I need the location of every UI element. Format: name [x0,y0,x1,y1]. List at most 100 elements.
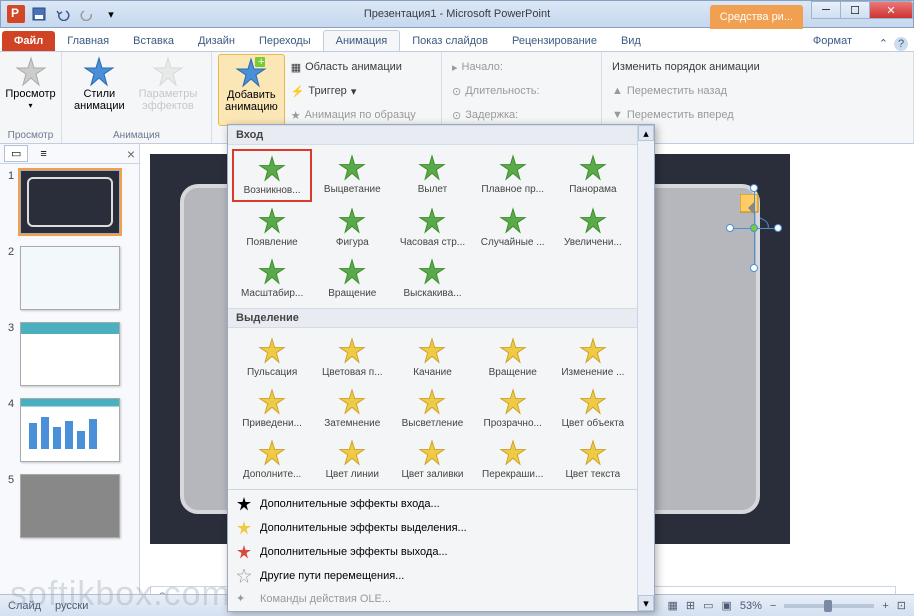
slide-thumbnail-1[interactable]: 1 [0,164,139,240]
preview-button[interactable]: Просмотр ▾ [6,54,55,114]
start-field[interactable]: ▸ Начало: [448,56,595,78]
view-reading-icon[interactable]: ▭ [703,599,713,612]
emphasis-effect-item[interactable]: Приведени... [232,383,312,434]
tab-view[interactable]: Вид [609,31,653,51]
animation-painter-button[interactable]: ★Анимация по образцу [287,104,420,126]
entrance-effect-item[interactable]: Масштабир... [232,253,312,304]
star-icon [418,337,446,365]
entrance-effect-item[interactable]: Часовая стр... [392,202,472,253]
entrance-effect-item[interactable]: Вращение [312,253,392,304]
scroll-down-icon[interactable]: ▾ [638,595,654,611]
tab-transitions[interactable]: Переходы [247,31,323,51]
entrance-effect-item[interactable]: Возникнов... [232,149,312,202]
emphasis-effect-item[interactable]: Вращение [473,332,553,383]
slide-thumbnails-panel: ▭ ≡ × 1 2 3 4 5 [0,144,140,594]
gallery-scrollbar[interactable]: ▴ ▾ [637,125,654,611]
tab-slideshow[interactable]: Показ слайдов [400,31,500,51]
star-icon [418,439,446,467]
emphasis-effect-item[interactable]: Перекраши... [473,434,553,485]
undo-button[interactable] [53,4,73,24]
entrance-effect-item[interactable]: Увеличени... [553,202,633,253]
more-entrance-effects[interactable]: Дополнительные эффекты входа... [228,492,637,516]
add-animation-button[interactable]: + Добавить анимацию [218,54,285,126]
tab-animation[interactable]: Анимация [323,30,401,51]
qat-customize[interactable]: ▾ [101,4,121,24]
ribbon-tabs: Файл Главная Вставка Дизайн Переходы Ани… [0,28,914,52]
painter-icon: ★ [291,109,301,122]
pane-icon: ▦ [291,61,301,74]
minimize-button[interactable]: ─ [811,1,841,19]
emphasis-effect-item[interactable]: Прозрачно... [473,383,553,434]
emphasis-effect-item[interactable]: Цвет текста [553,434,633,485]
star-icon [579,207,607,235]
ribbon-minimize-icon[interactable]: ⌃ [879,37,888,51]
help-icon[interactable]: ? [894,37,908,51]
tab-file[interactable]: Файл [2,31,55,51]
emphasis-effect-item[interactable]: Цвет линии [312,434,392,485]
more-emphasis-effects[interactable]: Дополнительные эффекты выделения... [228,516,637,540]
status-lang[interactable]: русски [55,600,88,612]
slide-thumbnail-5[interactable]: 5 [0,468,139,544]
emphasis-effect-item[interactable]: Дополните... [232,434,312,485]
entrance-effect-item[interactable]: Вылет [392,149,472,202]
star-icon [499,439,527,467]
emphasis-effect-item[interactable]: Цвет заливки [392,434,472,485]
entrance-effect-item[interactable]: Фигура [312,202,392,253]
more-motion-paths[interactable]: Другие пути перемещения... [228,564,637,588]
tab-format[interactable]: Формат [801,31,864,51]
zoom-in-button[interactable]: + [882,600,888,612]
zoom-out-button[interactable]: − [770,600,776,612]
view-sorter-icon[interactable]: ⊞ [686,599,695,612]
tab-review[interactable]: Рецензирование [500,31,609,51]
redo-button[interactable] [77,4,97,24]
emphasis-effect-item[interactable]: Цвет объекта [553,383,633,434]
emphasis-effect-item[interactable]: Цветовая п... [312,332,392,383]
emphasis-effect-item[interactable]: Пульсация [232,332,312,383]
view-slideshow-icon[interactable]: ▣ [721,599,731,612]
thumbnails-tab-outline[interactable]: ≡ [34,147,52,161]
star-icon [579,154,607,182]
emphasis-effect-item[interactable]: Изменение ... [553,332,633,383]
entrance-effect-item[interactable]: Панорама [553,149,633,202]
save-button[interactable] [29,4,49,24]
entrance-effect-item[interactable]: Случайные ... [473,202,553,253]
move-earlier-button[interactable]: ▲ Переместить назад [608,80,907,102]
move-later-button[interactable]: ▼ Переместить вперед [608,104,907,126]
app-icon[interactable] [7,5,25,23]
slide-thumbnail-2[interactable]: 2 [0,240,139,316]
more-exit-effects[interactable]: Дополнительные эффекты выхода... [228,540,637,564]
emphasis-effect-item[interactable]: Высветление [392,383,472,434]
thumbnails-close[interactable]: × [127,146,135,162]
duration-field[interactable]: ⊙ Длительность: [448,80,595,102]
scroll-up-icon[interactable]: ▴ [638,125,654,141]
animation-pane-button[interactable]: ▦Область анимации [287,56,420,78]
thumbnails-tab-slides[interactable]: ▭ [4,145,28,162]
emphasis-effect-item[interactable]: Затемнение [312,383,392,434]
selection-handles[interactable] [730,188,780,268]
emphasis-effect-item[interactable]: Качание [392,332,472,383]
animation-styles-button[interactable]: Стили анимации [68,54,131,114]
effect-options-button[interactable]: Параметры эффектов [133,54,204,114]
slide-thumbnail-4[interactable]: 4 [0,392,139,468]
entrance-effect-item[interactable]: Плавное пр... [473,149,553,202]
star-icon [418,154,446,182]
slide-thumbnail-3[interactable]: 3 [0,316,139,392]
delay-field[interactable]: ⊙ Задержка: [448,104,595,126]
entrance-effect-item[interactable]: Выскакива... [392,253,472,304]
tab-design[interactable]: Дизайн [186,31,247,51]
tab-home[interactable]: Главная [55,31,121,51]
close-button[interactable]: ✕ [869,1,913,19]
zoom-level[interactable]: 53% [740,600,762,612]
view-normal-icon[interactable]: ▦ [667,599,677,612]
contextual-tab-drawing[interactable]: Средства ри... [710,5,803,29]
maximize-button[interactable]: ☐ [840,1,870,19]
zoom-slider[interactable] [784,604,874,608]
star-icon [338,207,366,235]
fit-to-window-button[interactable]: ⊡ [897,599,906,612]
trigger-button[interactable]: ⚡Триггер ▾ [287,80,420,102]
star-icon [258,155,286,183]
entrance-effect-item[interactable]: Выцветание [312,149,392,202]
entrance-effect-item[interactable]: Появление [232,202,312,253]
star-icon [418,388,446,416]
tab-insert[interactable]: Вставка [121,31,186,51]
